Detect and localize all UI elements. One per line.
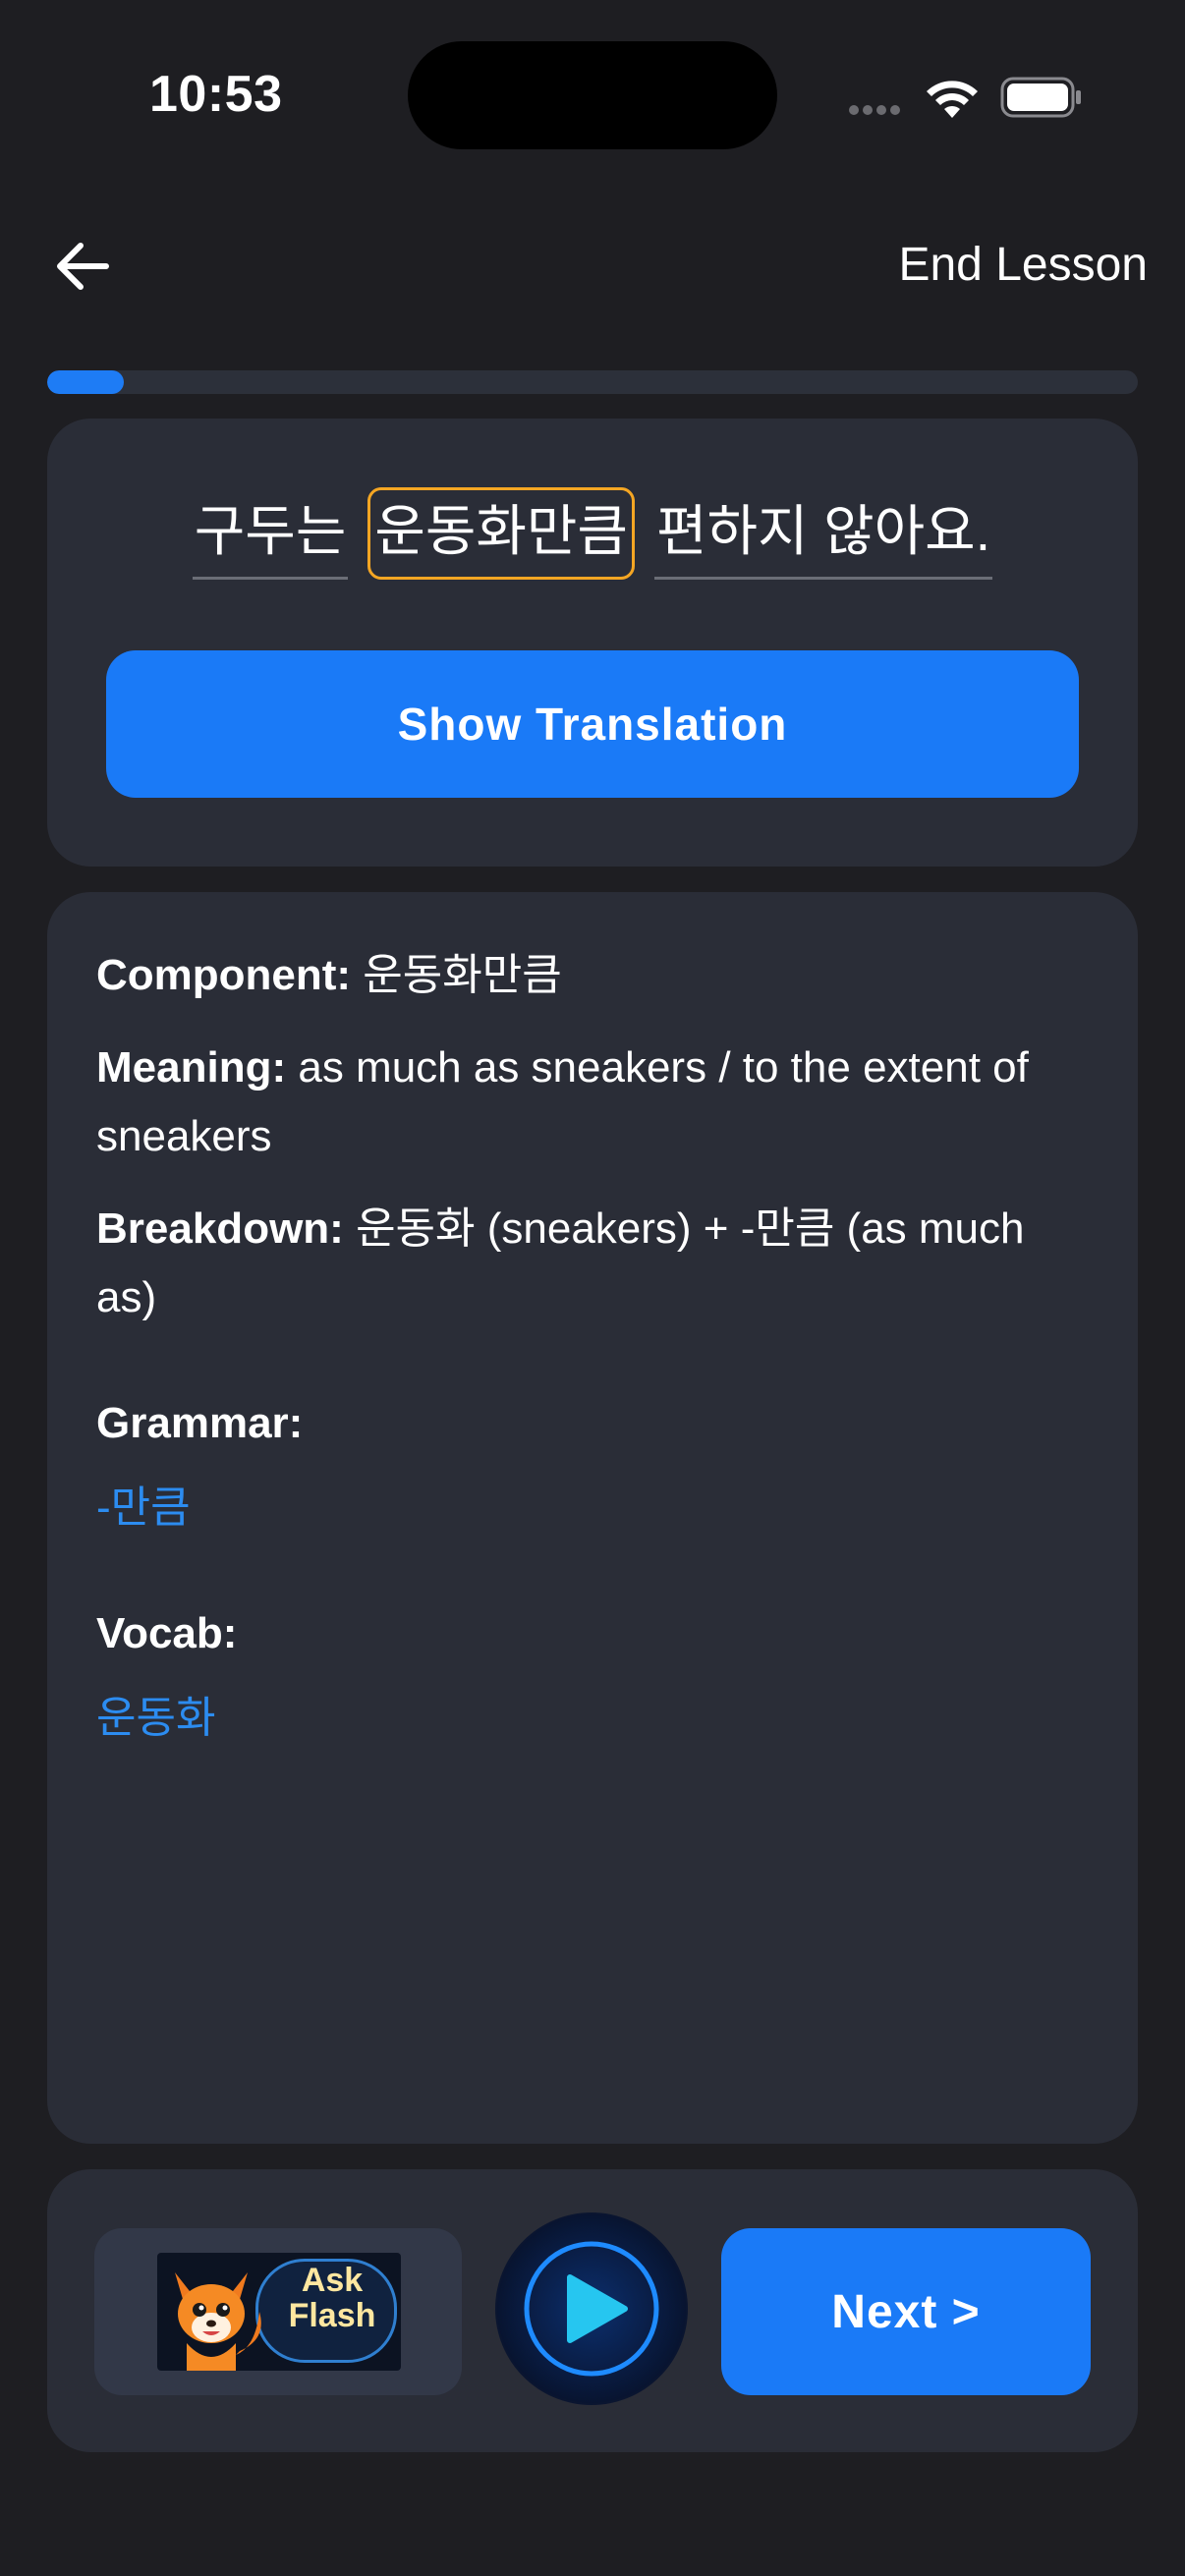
sentence-word[interactable]: 편하지 않아요.	[653, 490, 993, 580]
ask-flash-badge: Ask Flash	[157, 2253, 401, 2371]
back-arrow-icon[interactable]	[51, 234, 116, 299]
grammar-link[interactable]: -만큼	[96, 1474, 1089, 1542]
play-audio-button[interactable]	[495, 2212, 688, 2405]
sentence-word[interactable]: 구두는	[192, 490, 349, 580]
status-icons	[845, 69, 1081, 124]
breakdown-label: Breakdown:	[96, 1204, 344, 1253]
grammar-heading: Grammar:	[96, 1399, 304, 1447]
ask-flash-button[interactable]: Ask Flash	[94, 2228, 462, 2395]
breakdown-row: Breakdown: 운동화 (sneakers) + -만큼 (as much…	[96, 1195, 1089, 1332]
meaning-label: Meaning:	[96, 1043, 287, 1092]
play-icon	[497, 2214, 686, 2403]
fox-mascot-icon	[175, 2272, 261, 2371]
component-row: Component: 운동화만큼	[96, 941, 1089, 1010]
cellular-signal-icon	[849, 102, 904, 120]
wifi-icon	[927, 81, 978, 118]
end-lesson-button[interactable]: End Lesson	[898, 238, 1148, 292]
korean-sentence: 구두는 운동화만큼 편하지 않아요.	[47, 487, 1138, 580]
sentence-card: 구두는 운동화만큼 편하지 않아요. Show Translation	[47, 419, 1138, 867]
status-time: 10:53	[149, 66, 283, 123]
battery-icon	[1000, 77, 1081, 118]
show-translation-button[interactable]: Show Translation	[106, 650, 1079, 798]
bottom-action-bar: Ask Flash Next >	[47, 2169, 1138, 2452]
component-value: 운동화만큼	[363, 951, 562, 999]
lesson-progress-fill	[47, 370, 124, 394]
next-button[interactable]: Next >	[721, 2228, 1091, 2395]
component-label: Component:	[96, 951, 352, 999]
meaning-row: Meaning: as much as sneakers / to the ex…	[96, 1034, 1089, 1171]
lesson-progress-bar	[47, 370, 1138, 394]
ask-flash-label: Ask Flash	[288, 2262, 376, 2334]
dynamic-island	[408, 41, 777, 149]
vocab-link[interactable]: 운동화	[96, 1684, 1089, 1753]
sentence-word-selected[interactable]: 운동화만큼	[367, 487, 635, 580]
component-details-card: Component: 운동화만큼 Meaning: as much as sne…	[47, 892, 1138, 2144]
vocab-heading: Vocab:	[96, 1609, 238, 1657]
lesson-screen: 10:53 End Lesson 구두는 운동화만큼 편하지 않아요. Show	[0, 0, 1185, 2576]
